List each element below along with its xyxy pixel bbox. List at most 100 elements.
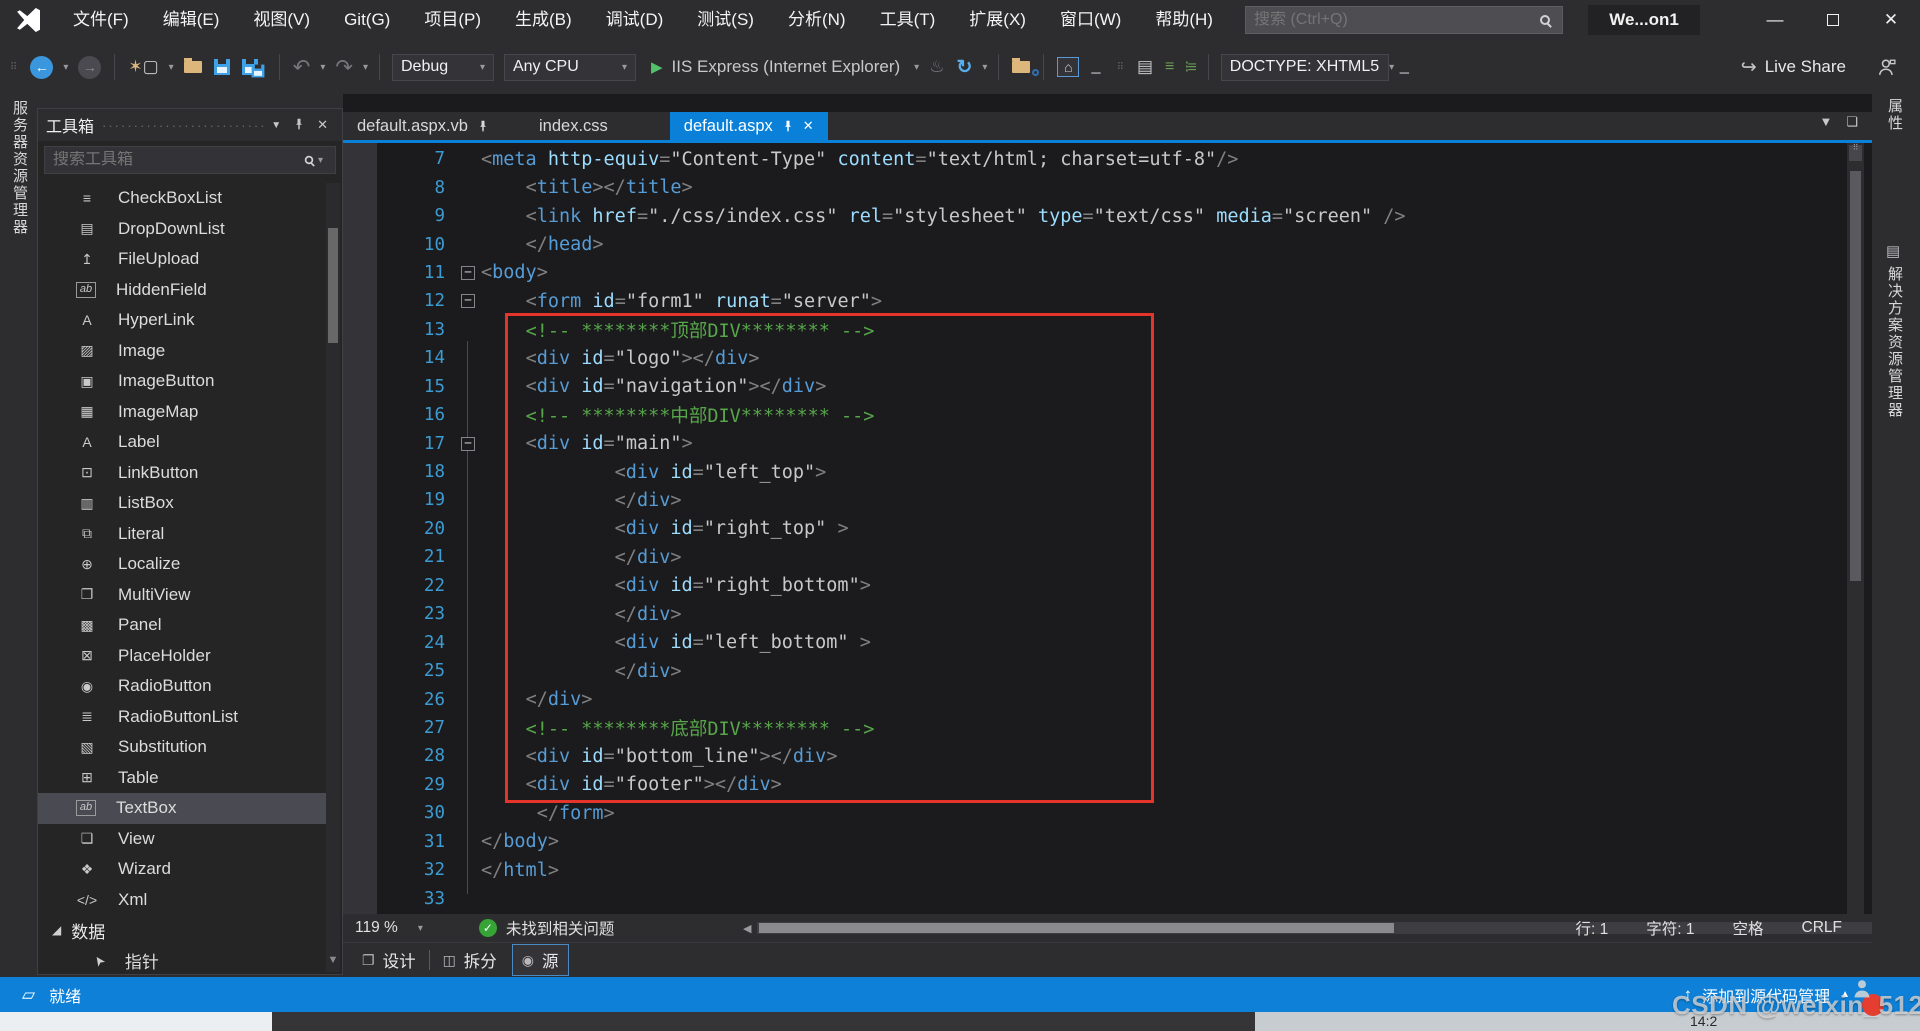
toolbar-grip[interactable]: ⠿ [10,63,18,72]
toolbox-item-label[interactable]: ALabel [38,427,326,458]
menu-item[interactable]: 测试(S) [680,0,771,40]
menu-item[interactable]: 窗口(W) [1043,0,1138,40]
hot-reload-icon[interactable]: ♨ [923,57,950,77]
save-button[interactable] [208,59,236,75]
toolbox-item-listbox[interactable]: ▥ListBox [38,488,326,519]
code-health-indicator[interactable]: ✓ 未找到相关问题 [479,917,615,939]
properties-tab[interactable]: 属性 [1884,98,1905,132]
code-line[interactable]: 9 <link href="./css/index.css" rel="styl… [343,202,1846,230]
chevron-down-icon[interactable]: ▼ [1819,114,1832,130]
minimize-button[interactable]: — [1746,0,1804,40]
navigate-forward-button[interactable]: → [78,56,101,79]
redo-dropdown[interactable]: ▾ [359,62,372,73]
code-line[interactable]: 15 <div id="navigation"></div> [343,373,1846,401]
chevron-down-icon[interactable]: ▾ [314,155,327,166]
menu-item[interactable]: 生成(B) [498,0,589,40]
code-line[interactable]: 28 <div id="bottom_line"></div> [343,742,1846,770]
code-line[interactable]: 14 <div id="logo"></div> [343,344,1846,372]
toolbox-item-image[interactable]: ▨Image [38,336,326,367]
menu-item[interactable]: 文件(F) [56,0,146,40]
run-target-dropdown[interactable]: ▾ [910,62,923,73]
toolbox-search-input[interactable] [53,151,304,169]
toolbar-overflow-handle[interactable]: ▁ [1085,60,1106,74]
menu-item[interactable]: 项目(P) [407,0,498,40]
zoom-level-select[interactable]: 119 %▾ [343,919,437,937]
undo-dropdown[interactable]: ▾ [316,62,329,73]
toolbox-group-data[interactable]: ◢数据 [38,915,326,946]
code-line[interactable]: 17− <div id="main"> [343,429,1846,457]
toolbox-item-literal[interactable]: ⧉Literal [38,519,326,550]
code-line[interactable]: 19 </div> [343,486,1846,514]
document-tab-default.aspx[interactable]: default.aspx✕ [670,112,828,140]
platform-select[interactable]: Any CPU▾ [504,54,636,81]
toolbox-item-hyperlink[interactable]: AHyperLink [38,305,326,336]
pin-icon[interactable] [782,120,794,132]
toolbox-item-linkbutton[interactable]: ⊡LinkButton [38,458,326,489]
code-line[interactable]: 27 <!-- ********底部DIV******** --> [343,714,1846,742]
toolbox-drag-grip[interactable]: ······························· [102,118,265,133]
toolbox-item-textbox[interactable]: abTextBox [38,793,326,824]
toolbox-item-checkboxlist[interactable]: ≡CheckBoxList [38,183,326,214]
pin-icon[interactable] [287,118,311,133]
debug-configuration-select[interactable]: Debug▾ [392,54,494,81]
toolbar-overflow-handle[interactable]: ▁ [1394,60,1415,74]
solution-explorer-tab[interactable]: 解决方案资源管理器 [1884,266,1905,419]
menu-item[interactable]: 工具(T) [863,0,953,40]
window-list-icon[interactable]: ❏ [1846,114,1858,130]
code-line[interactable]: 16 <!-- ********中部DIV******** --> [343,401,1846,429]
fold-gutter[interactable]: − [455,294,481,308]
search-icon[interactable] [1540,15,1550,25]
scrollbar-thumb[interactable] [759,923,1394,933]
feedback-person-icon[interactable] [1872,58,1902,76]
toolbox-item-fileupload[interactable]: ↥FileUpload [38,244,326,275]
scroll-left-arrow[interactable]: ◀ [743,922,757,935]
search-icon[interactable] [305,156,314,165]
refresh-button[interactable]: ↻ [950,56,978,79]
menu-item[interactable]: 分析(N) [771,0,863,40]
code-line[interactable]: 26 </div> [343,685,1846,713]
menu-item[interactable]: 调试(D) [589,0,681,40]
code-line[interactable]: 8 <title></title> [343,173,1846,201]
menu-item[interactable]: Git(G) [327,0,407,40]
code-line[interactable]: 30 </form> [343,799,1846,827]
collapse-icon[interactable]: − [461,437,475,451]
editor-scrollbar[interactable]: ⠿ [1847,143,1864,914]
code-line[interactable]: 12− <form id="form1" runat="server"> [343,287,1846,315]
menu-item[interactable]: 视图(V) [236,0,327,40]
toolbox-item-panel[interactable]: ▩Panel [38,610,326,641]
toolbox-item-radiobuttonlist[interactable]: ≣RadioButtonList [38,702,326,733]
close-button[interactable]: ✕ [1862,0,1920,40]
toolbox-item-localize[interactable]: ⊕Localize [38,549,326,580]
collapse-icon[interactable]: − [461,266,475,280]
toolbox-item-xml[interactable]: </>Xml [38,885,326,916]
decrease-indent-button[interactable]: ≡ [1159,58,1178,76]
toolbox-item-radiobutton[interactable]: ◉RadioButton [38,671,326,702]
code-line[interactable]: 7<meta http-equiv="Content-Type" content… [343,145,1846,173]
code-line[interactable]: 21 </div> [343,543,1846,571]
code-line[interactable]: 24 <div id="left_bottom" > [343,628,1846,656]
pin-icon[interactable] [477,120,489,132]
browse-with-button[interactable]: ⌂ [1051,57,1085,77]
menu-item[interactable]: 扩展(X) [952,0,1043,40]
restore-button[interactable] [1804,0,1862,40]
navigate-back-dropdown[interactable]: ▾ [59,62,72,73]
document-outline-icon[interactable]: ▤ [1131,57,1159,77]
live-share-button[interactable]: ↪ Live Share [1741,56,1846,79]
code-line[interactable]: 10 </head> [343,230,1846,258]
toolbar-grip[interactable]: ⠿ [1117,63,1125,72]
code-line[interactable]: 18 <div id="left_top"> [343,458,1846,486]
column-indicator[interactable]: 字符: 1 [1646,917,1694,939]
code-line[interactable]: 13 <!-- ********顶部DIV******** --> [343,316,1846,344]
toolbox-scrollbar[interactable]: ▼ [326,183,340,972]
toolbox-item-table[interactable]: ⊞Table [38,763,326,794]
search-input[interactable] [1246,11,1528,29]
split-view-tab[interactable]: ◫ 拆分 [434,945,506,975]
splitter-handle[interactable]: ⠿ [1849,145,1862,161]
close-icon[interactable]: ✕ [803,118,814,134]
document-tab-index.css[interactable]: index.css [525,112,622,140]
navigate-back-button[interactable]: ← [30,56,53,79]
source-view-tab[interactable]: ◉ 源 [512,944,569,976]
fold-gutter[interactable]: − [455,437,481,451]
collapse-icon[interactable]: − [461,294,475,308]
menu-item[interactable]: 编辑(E) [146,0,237,40]
